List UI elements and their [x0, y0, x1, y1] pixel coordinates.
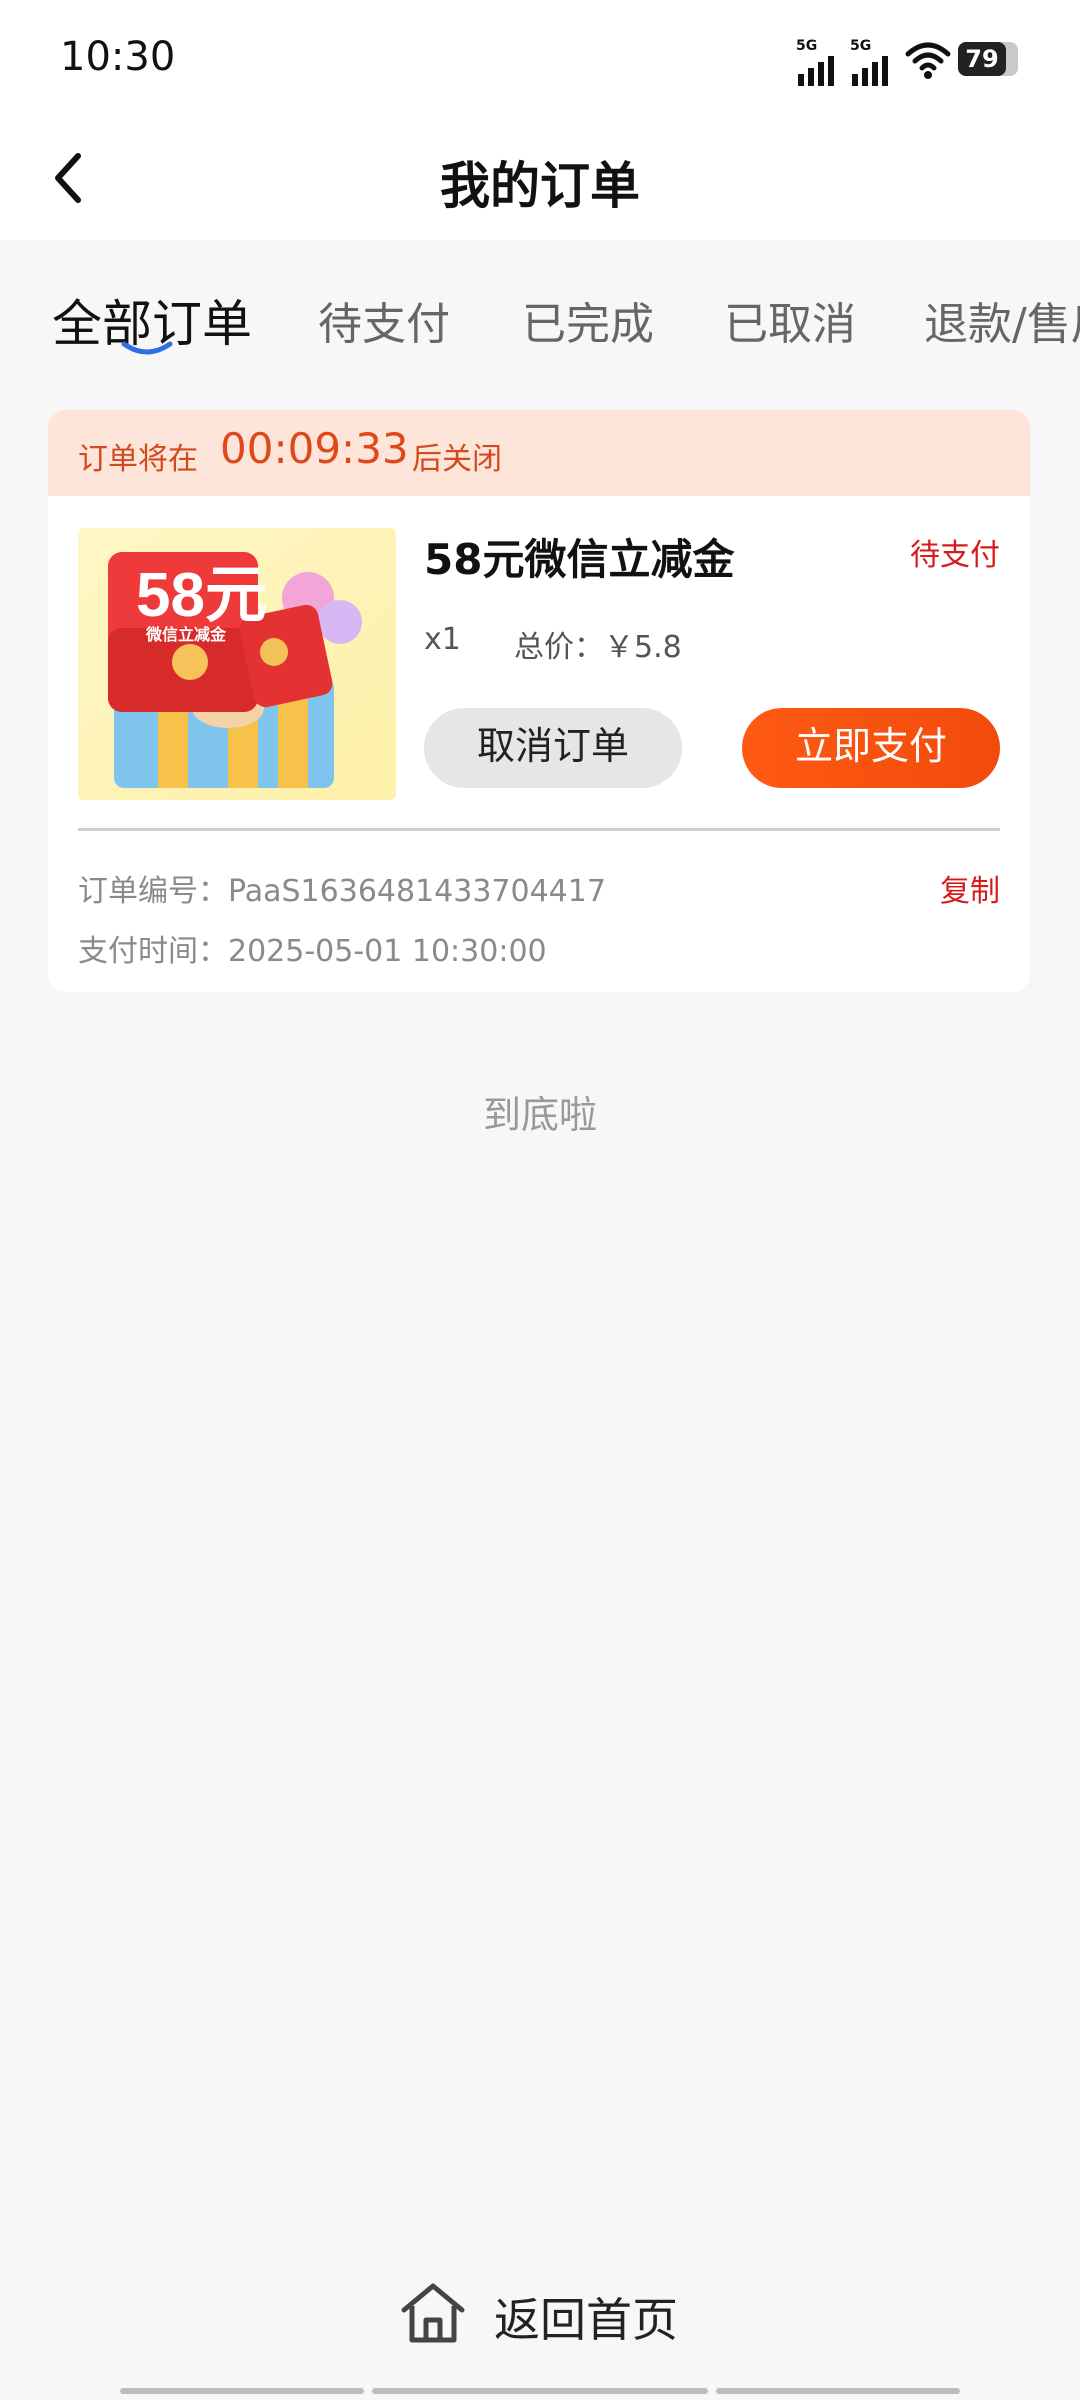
countdown-timer: 00:09:33	[220, 424, 409, 473]
product-image-price-text: 58元	[136, 561, 267, 630]
countdown-banner: 订单将在 00:09:33 后关闭	[48, 410, 1030, 496]
order-status-badge: 待支付	[910, 538, 1000, 573]
active-tab-indicator	[121, 341, 173, 355]
product-quantity: x1	[424, 622, 461, 657]
order-total-price: 总价：￥5.8	[514, 630, 682, 665]
card-divider	[78, 828, 1000, 831]
pay-now-button[interactable]: 立即支付	[742, 708, 1000, 788]
page-title: 我的订单	[440, 157, 640, 215]
battery-level: 79	[965, 45, 999, 73]
status-time: 10:30	[60, 34, 176, 80]
product-image[interactable]: 58元 微信立减金	[78, 528, 396, 800]
signal-bars-icon	[852, 56, 888, 86]
order-tabs: 全部订单 待支付 已完成 已取消 退款/售后	[0, 240, 1080, 380]
gift-box-illustration: 58元 微信立减金	[78, 528, 396, 800]
tab-cancelled[interactable]: 已取消	[724, 288, 856, 352]
copy-order-number-button[interactable]: 复制	[940, 866, 1000, 910]
product-name[interactable]: 58元微信立减金	[424, 526, 734, 587]
cancel-order-button[interactable]: 取消订单	[424, 708, 682, 788]
tab-completed[interactable]: 已完成	[522, 288, 654, 352]
gesture-bar-right	[716, 2388, 960, 2394]
home-icon	[401, 2283, 465, 2343]
countdown-suffix: 后关闭	[412, 442, 502, 477]
gesture-bar-left	[120, 2388, 364, 2394]
list-end-text: 到底啦	[482, 1093, 597, 1137]
navigation-bar: 我的订单	[0, 118, 1080, 240]
countdown-prefix: 订单将在	[78, 442, 198, 477]
battery-indicator: 79	[958, 42, 1018, 76]
back-to-home-button[interactable]: 返回首页	[398, 2276, 688, 2356]
tab-pending-payment[interactable]: 待支付	[318, 288, 450, 352]
order-number: 订单编号：PaaS1636481433704417	[78, 874, 606, 909]
order-card[interactable]: 订单将在 00:09:33 后关闭 58元 微信立减金 58元微信立减金 待支付…	[48, 410, 1030, 992]
status-bar: 10:30 5G 5G 79	[0, 0, 1080, 118]
back-to-home-label: 返回首页	[494, 2293, 678, 2347]
wifi-icon	[905, 42, 951, 79]
tab-refund-aftersale[interactable]: 退款/售后	[924, 288, 1080, 352]
gesture-bar-center[interactable]	[372, 2388, 708, 2394]
payment-time: 支付时间：2025-05-01 10:30:00	[78, 934, 547, 969]
product-image-subtext: 微信立减金	[145, 625, 227, 644]
signal-bars-icon	[798, 56, 834, 86]
